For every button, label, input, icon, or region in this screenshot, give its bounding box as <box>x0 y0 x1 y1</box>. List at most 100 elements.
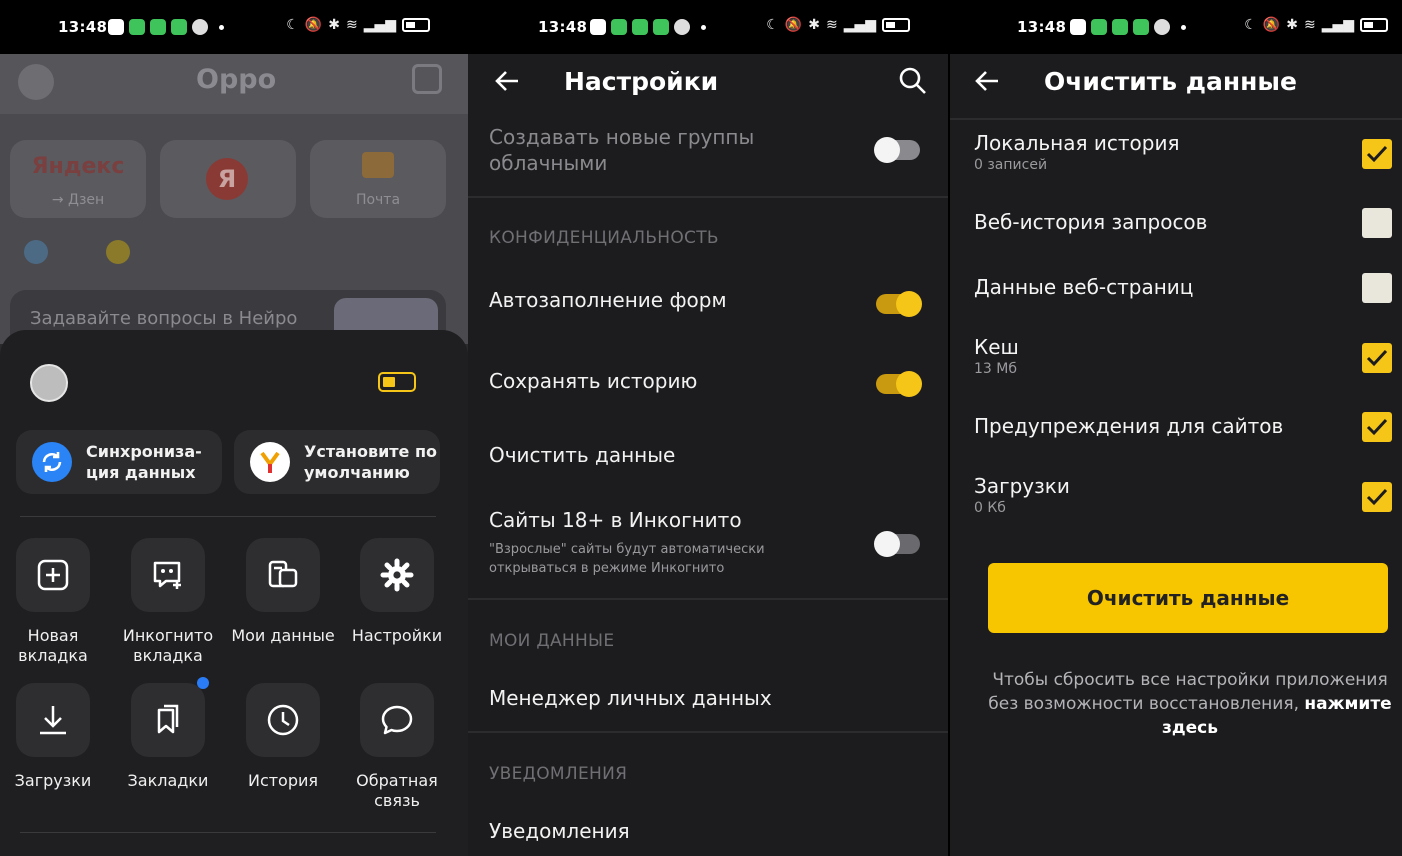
bluetooth-icon: ✱ <box>328 17 340 33</box>
section-privacy: КОНФИДЕНЦИАЛЬНОСТЬ <box>489 228 719 248</box>
signal-icon: ▂▄▆ <box>363 17 396 33</box>
phone-icon <box>1133 19 1149 35</box>
apps-icon <box>1154 19 1170 35</box>
menu-feedback[interactable]: Обратная связь <box>341 683 453 811</box>
setting-personal-data-manager[interactable]: Менеджер личных данных <box>468 668 948 730</box>
divider <box>950 118 1402 120</box>
clear-data-screen: 13:48 ☾ 🔕 ✱ ≋ ▂▄▆ Очистить данные Локаль… <box>950 0 1402 856</box>
tile-yandex[interactable]: Я <box>160 140 296 218</box>
search-icon[interactable] <box>898 66 928 100</box>
system-icons: ☾ 🔕 ✱ ≋ ▂▄▆ <box>286 17 430 33</box>
system-icons: ☾ 🔕 ✱ ≋ ▂▄▆ <box>766 17 910 33</box>
menu-new-tab[interactable]: Новая вкладка <box>0 538 109 666</box>
menu-item-label: Обратная связь <box>356 771 438 810</box>
wifi-icon: ≋ <box>1303 17 1316 33</box>
plus-square-icon <box>16 538 90 612</box>
setting-sites18[interactable]: Сайты 18+ в Инкогнито "Взрослые" сайты б… <box>468 496 948 596</box>
setting-clear-data[interactable]: Очистить данные <box>468 424 948 484</box>
setting-label: Создавать новые группы облачными <box>489 125 755 175</box>
item-title: Кеш <box>974 335 1019 359</box>
menu-history[interactable]: История <box>227 683 339 791</box>
setting-description: "Взрослые" сайты будут автоматически отк… <box>489 542 765 576</box>
status-time: 13:48 <box>58 18 108 36</box>
checkbox-checked[interactable] <box>1362 482 1392 512</box>
sites18-toggle[interactable] <box>874 531 920 557</box>
menu-item-label: Закладки <box>127 771 209 790</box>
status-bar: 13:48 ☾ 🔕 ✱ ≋ ▂▄▆ <box>468 0 948 54</box>
yandex-browser-icon <box>250 442 290 482</box>
tile-label: Почта <box>355 192 401 208</box>
status-time: 13:48 <box>538 18 588 36</box>
settings-screen: 13:48 ☾ 🔕 ✱ ≋ ▂▄▆ Настройки Создавать но… <box>468 0 948 856</box>
sync-card[interactable]: Синхрониза-ция данных <box>16 430 222 494</box>
back-arrow-icon[interactable] <box>494 68 520 98</box>
notification-icons <box>108 19 224 35</box>
menu-bookmarks[interactable]: Закладки <box>112 677 224 791</box>
battery-saver-icon[interactable] <box>378 372 416 392</box>
set-default-card[interactable]: Установите по умолчанию <box>234 430 440 494</box>
toggle-knob <box>874 137 900 163</box>
item-subtitle: 0 Кб <box>974 500 1006 516</box>
save-history-toggle[interactable] <box>876 371 922 397</box>
system-icons: ☾ 🔕 ✱ ≋ ▂▄▆ <box>1244 17 1388 33</box>
checkbox-unchecked[interactable] <box>1362 208 1392 238</box>
gear-icon <box>360 538 434 612</box>
my-data-icon <box>246 538 320 612</box>
back-arrow-icon[interactable] <box>974 68 1000 98</box>
yandex-logo: Яндекс <box>31 154 125 179</box>
vk-icon <box>590 19 606 35</box>
clear-item-downloads[interactable]: Загрузки 0 Кб <box>974 474 1402 516</box>
setting-label: Уведомления <box>489 819 630 843</box>
clear-item-cache[interactable]: Кеш 13 Мб <box>974 335 1402 377</box>
clear-item-web-history[interactable]: Веб-история запросов <box>974 208 1402 238</box>
setting-autofill[interactable]: Автозаполнение форм <box>468 270 948 334</box>
clear-data-button[interactable]: Очистить данные <box>988 563 1388 633</box>
set-default-label: Установите по умолчанию <box>304 442 438 482</box>
menu-item-label: Новая вкладка <box>18 626 88 665</box>
clear-data-appbar: Очистить данные <box>950 54 1402 118</box>
item-subtitle: 0 записей <box>974 157 1048 173</box>
bookmarks-icon <box>131 677 209 757</box>
menu-settings[interactable]: Настройки <box>341 538 453 646</box>
page-title: Настройки <box>564 67 719 96</box>
clear-item-web-page-data[interactable]: Данные веб-страниц <box>974 273 1402 303</box>
status-bar: 13:48 ☾ 🔕 ✱ ≋ ▂▄▆ <box>950 0 1402 54</box>
menu-item-label: Настройки <box>351 626 443 645</box>
clear-item-local-history[interactable]: Локальная история 0 записей <box>974 131 1402 173</box>
divider <box>468 731 948 733</box>
vk-icon <box>108 19 124 35</box>
divider <box>20 832 436 833</box>
menu-item-label: Инкогнито вкладка <box>122 626 214 665</box>
apps-icon <box>674 19 690 35</box>
autofill-toggle[interactable] <box>876 291 922 317</box>
download-icon <box>16 683 90 757</box>
cloud-groups-toggle[interactable] <box>874 137 920 163</box>
menu-my-data[interactable]: Мои данные <box>227 538 339 646</box>
menu-incognito-tab[interactable]: Инкогнито вкладка <box>112 538 224 666</box>
setting-notifications[interactable]: Уведомления <box>468 804 948 856</box>
account-avatar[interactable] <box>30 364 68 402</box>
setting-save-history[interactable]: Сохранять историю <box>468 350 948 414</box>
profile-avatar[interactable] <box>18 64 54 100</box>
apps-icon <box>192 19 208 35</box>
home-title[interactable]: Oppo <box>196 64 276 95</box>
vk-icon <box>1070 19 1086 35</box>
menu-downloads[interactable]: Загрузки <box>0 683 109 791</box>
mute-icon: 🔕 <box>1262 17 1281 33</box>
item-title: Загрузки <box>974 474 1070 498</box>
chat-icon <box>150 19 166 35</box>
divider <box>468 598 948 600</box>
checkbox-checked[interactable] <box>1362 343 1392 373</box>
sync-label: Синхрониза-ция данных <box>86 442 202 482</box>
status-bar: 13:48 ☾ 🔕 ✱ ≋ ▂▄▆ <box>0 0 468 54</box>
incognito-mask-icon[interactable] <box>412 64 442 94</box>
setting-cloud-groups[interactable]: Создавать новые группы облачными <box>468 118 948 196</box>
checkbox-checked[interactable] <box>1362 412 1392 442</box>
clear-item-site-warnings[interactable]: Предупреждения для сайтов <box>974 412 1402 442</box>
tile-dzen[interactable]: Яндекс → Дзен <box>10 140 146 218</box>
tile-mail[interactable]: Почта <box>310 140 446 218</box>
battery-icon <box>402 18 430 32</box>
item-title: Данные веб-страниц <box>974 275 1194 299</box>
checkbox-unchecked[interactable] <box>1362 273 1392 303</box>
checkbox-checked[interactable] <box>1362 139 1392 169</box>
